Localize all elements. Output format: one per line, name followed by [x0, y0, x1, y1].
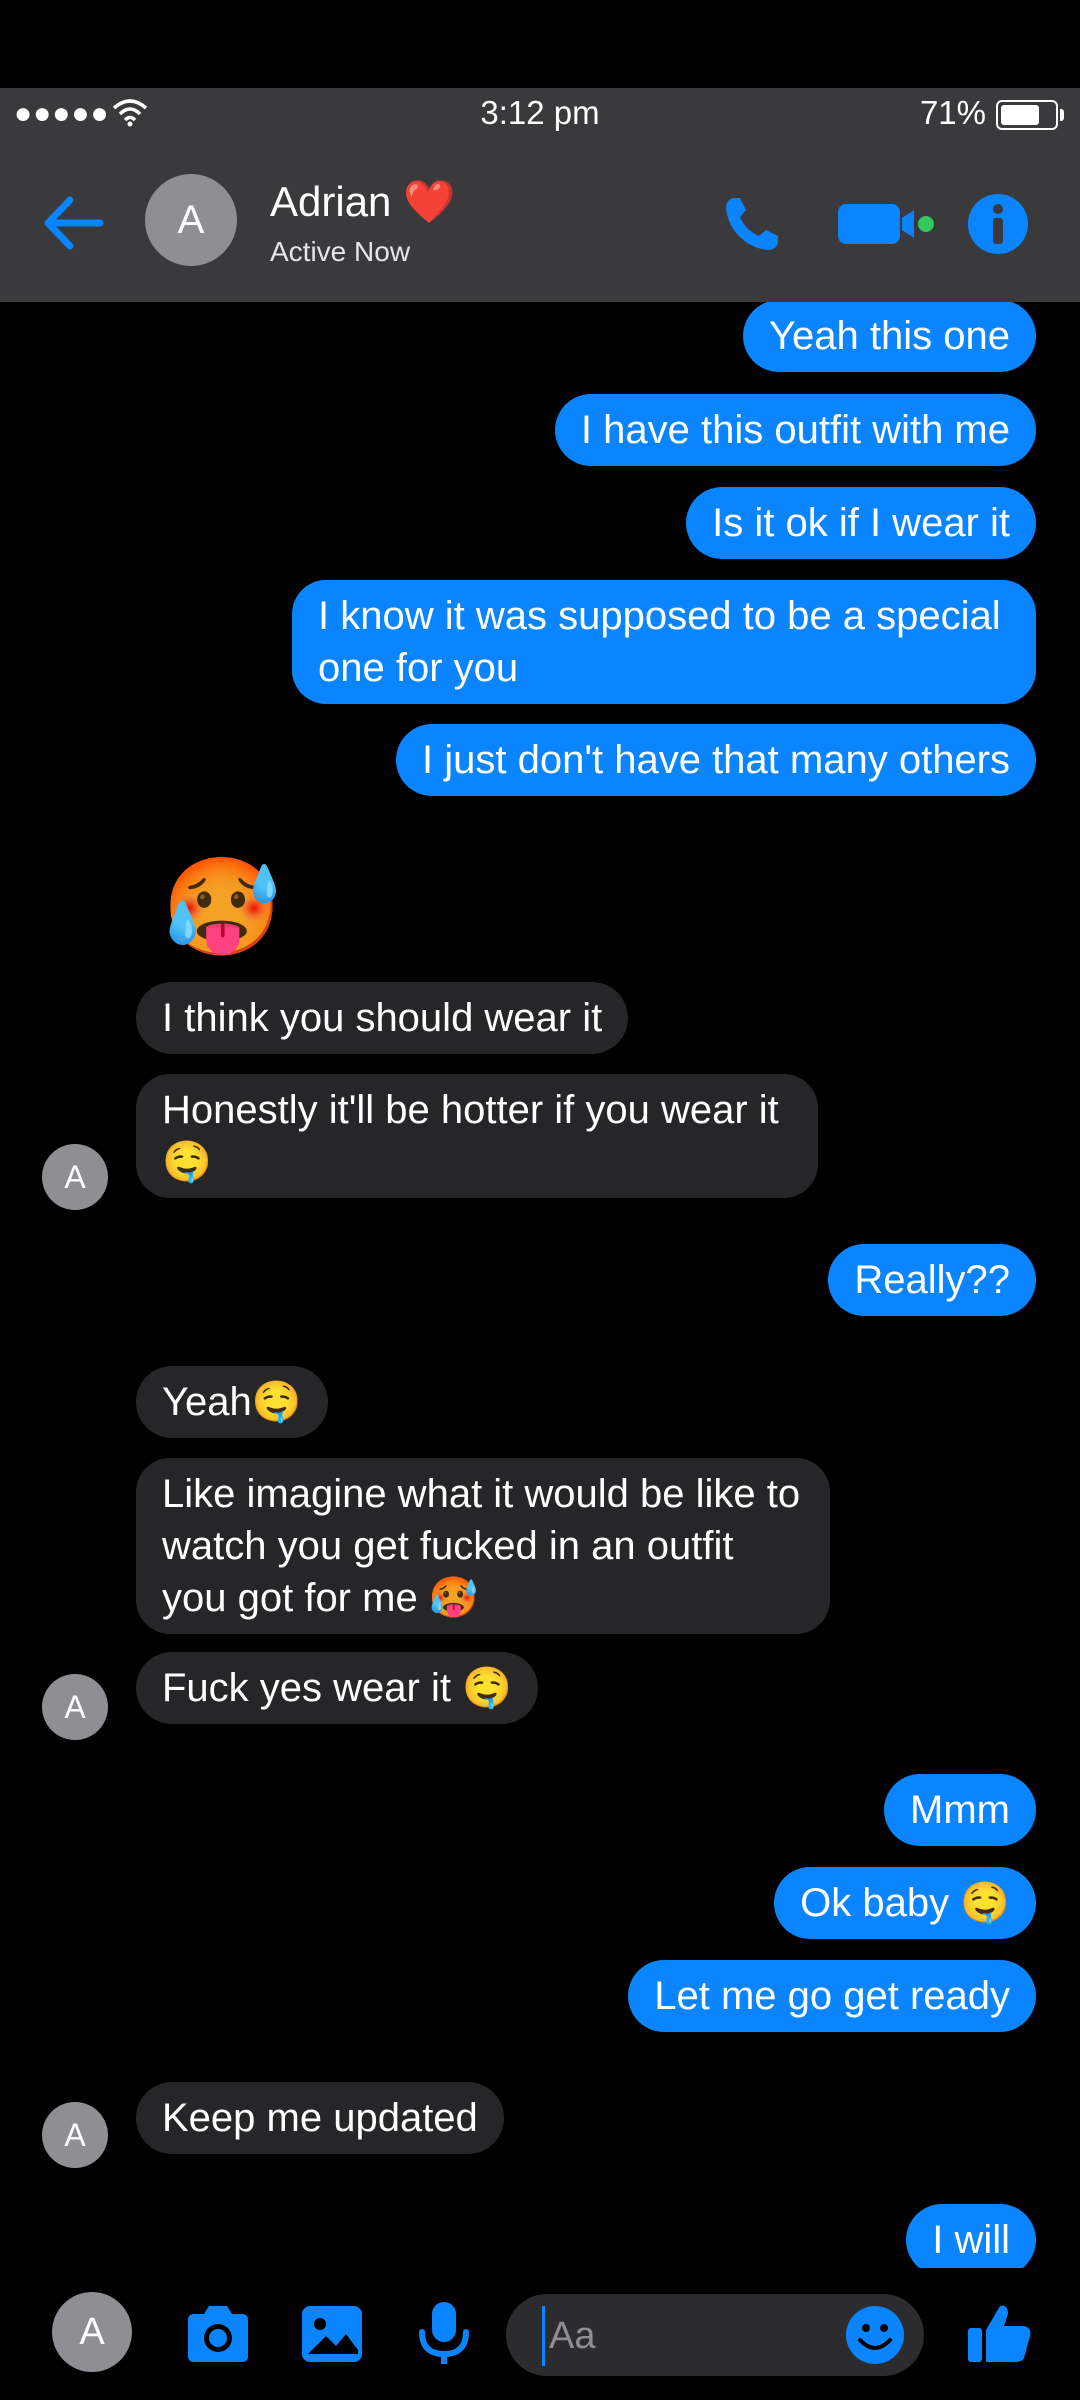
video-call-icon[interactable]	[836, 198, 936, 250]
message-bubble-outgoing[interactable]: I have this outfit with me	[554, 394, 1036, 466]
message-input-field[interactable]	[506, 2294, 924, 2376]
message-bubble-incoming[interactable]: Honestly it'll be hotter if you wear it …	[136, 1074, 818, 1198]
message-bubble-outgoing[interactable]: I know it was supposed to be a special o…	[292, 580, 1036, 704]
message-bubble-outgoing[interactable]: Ok baby 🤤	[774, 1867, 1036, 1939]
photo-icon[interactable]	[296, 2298, 368, 2370]
microphone-icon[interactable]	[408, 2298, 480, 2370]
message-bubble-outgoing[interactable]: I just don't have that many others	[396, 724, 1036, 796]
sender-avatar[interactable]: A	[42, 2102, 108, 2168]
message-bubble-outgoing[interactable]: Is it ok if I wear it	[686, 487, 1036, 559]
contact-name[interactable]: Adrian ❤️	[270, 178, 455, 227]
clock: 3:12 pm	[480, 94, 600, 131]
camera-icon[interactable]	[182, 2298, 254, 2370]
contact-name-text: Adrian	[270, 178, 392, 225]
message-bubble-outgoing[interactable]: Really??	[828, 1244, 1036, 1316]
conversation-header: A Adrian ❤️ Active Now	[0, 140, 1080, 302]
message-bubble-incoming[interactable]: Like imagine what it would be like to wa…	[136, 1458, 830, 1634]
sender-avatar-initial: A	[64, 1688, 86, 1725]
message-composer: A	[0, 2268, 1080, 2400]
message-bubble-outgoing[interactable]: I will	[906, 2204, 1036, 2268]
back-arrow-icon[interactable]	[38, 188, 108, 258]
message-bubble-outgoing[interactable]: Mmm	[884, 1774, 1036, 1846]
status-bar: ●●●●● 3:12 pm 71%	[0, 88, 1080, 140]
sender-avatar-initial: A	[64, 2116, 86, 2153]
emoji-icon[interactable]	[844, 2304, 906, 2366]
online-dot	[918, 216, 934, 232]
sender-avatar-initial: A	[64, 1158, 86, 1195]
message-bubble-incoming[interactable]: Yeah🤤	[136, 1366, 328, 1438]
message-bubble-outgoing[interactable]: Let me go get ready	[628, 1960, 1036, 2032]
message-input[interactable]	[542, 2306, 821, 2366]
contact-avatar-initial: A	[177, 197, 205, 242]
info-icon[interactable]	[966, 192, 1030, 256]
message-list[interactable]: Yeah this one I have this outfit with me…	[0, 302, 1080, 2268]
phone-call-icon[interactable]	[720, 192, 784, 256]
composer-avatar-initial: A	[79, 2310, 105, 2353]
emoji-message[interactable]: 🥵	[162, 858, 282, 958]
message-bubble-incoming[interactable]: I think you should wear it	[136, 982, 629, 1054]
heart-icon: ❤️	[403, 178, 456, 225]
contact-avatar[interactable]: A	[145, 174, 237, 266]
message-bubble-outgoing[interactable]: Yeah this one	[743, 302, 1036, 372]
sender-avatar[interactable]: A	[42, 1674, 108, 1740]
battery-icon	[996, 100, 1064, 130]
active-status: Active Now	[270, 236, 411, 267]
sender-avatar[interactable]: A	[42, 1144, 108, 1210]
top-bezel	[0, 0, 1080, 88]
thumbs-up-icon[interactable]	[964, 2298, 1036, 2370]
message-bubble-incoming[interactable]: Fuck yes wear it 🤤	[136, 1652, 538, 1724]
battery-percent: 71%	[919, 94, 986, 131]
composer-avatar[interactable]: A	[52, 2292, 132, 2372]
message-bubble-incoming[interactable]: Keep me updated	[136, 2082, 504, 2154]
